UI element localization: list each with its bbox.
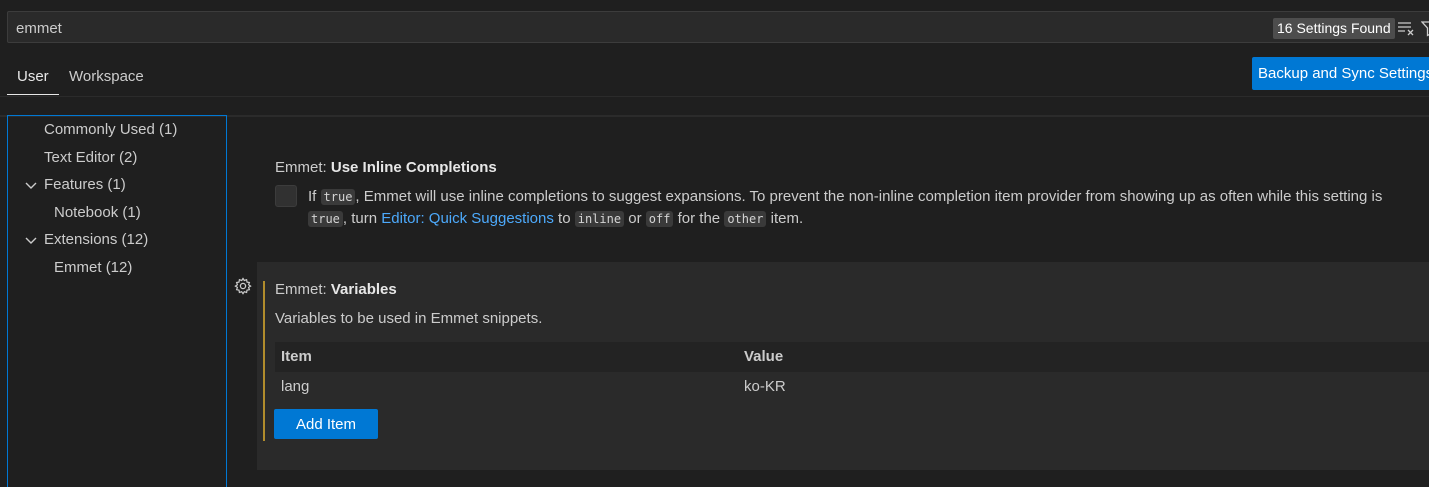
- results-count-badge: 16 Settings Found: [1273, 18, 1395, 39]
- toc-item-label: Emmet: [54, 259, 102, 276]
- setting-name: Use Inline Completions: [330, 159, 497, 176]
- setting-title-inline-completions: Emmet: Use Inline Completions: [275, 159, 497, 176]
- toc-item-commonly-used[interactable]: Commonly Used (1): [44, 119, 177, 141]
- inline-completions-checkbox[interactable]: [275, 185, 297, 207]
- settings-toc: Commonly Used (1) Text Editor (2) Featur…: [7, 115, 227, 487]
- column-header-item: Item: [281, 348, 312, 365]
- toc-item-count: (1): [159, 121, 178, 138]
- toc-item-count: (12): [121, 231, 149, 248]
- settings-search-bar: 16 Settings Found: [7, 11, 1429, 43]
- table-cell-item[interactable]: lang: [281, 378, 309, 395]
- toc-item-label: Extensions: [44, 231, 118, 248]
- code-inline: inline: [574, 211, 625, 227]
- tabs-divider: [0, 96, 1429, 97]
- column-header-value: Value: [744, 348, 784, 365]
- setting-description-inline-completions: If true, Emmet will use inline completio…: [308, 188, 1383, 227]
- toc-item-count: (1): [122, 204, 141, 221]
- toc-item-count: (1): [107, 176, 126, 193]
- add-item-button[interactable]: Add Item: [274, 409, 378, 439]
- setting-title-variables: Emmet: Variables: [275, 281, 397, 298]
- modified-indicator: [263, 281, 265, 441]
- active-tab-indicator: [7, 94, 59, 95]
- code-true: true: [320, 189, 356, 205]
- chevron-down-icon: [25, 182, 37, 189]
- clear-filter-icon[interactable]: [1397, 19, 1415, 37]
- table-cell-value[interactable]: ko-KR: [744, 378, 786, 395]
- tab-user[interactable]: User: [17, 68, 49, 85]
- setting-category: Emmet:: [275, 159, 327, 176]
- toc-item-label: Commonly Used: [44, 121, 155, 138]
- setting-name: Variables: [330, 281, 397, 298]
- variables-table-header: Item Value: [275, 342, 1429, 372]
- toc-item-label: Text Editor: [44, 149, 115, 166]
- toc-item-features[interactable]: Features (1): [24, 174, 126, 196]
- quick-suggestions-link[interactable]: Editor: Quick Suggestions: [381, 210, 554, 227]
- chevron-down-icon: [25, 237, 37, 244]
- setting-category: Emmet:: [275, 281, 327, 298]
- toc-item-label: Features: [44, 176, 104, 193]
- toc-item-emmet[interactable]: Emmet (12): [54, 257, 132, 279]
- filter-icon[interactable]: [1420, 19, 1429, 37]
- backup-sync-button[interactable]: Backup and Sync Settings: [1252, 57, 1429, 90]
- toc-item-label: Notebook: [54, 204, 119, 221]
- gear-icon[interactable]: [233, 276, 253, 296]
- code-off: off: [645, 211, 674, 227]
- setting-description-variables: Variables to be used in Emmet snippets.: [275, 310, 543, 327]
- toc-item-text-editor[interactable]: Text Editor (2): [44, 147, 137, 169]
- code-other: other: [724, 211, 767, 227]
- code-true: true: [308, 211, 343, 227]
- settings-search-input[interactable]: [16, 18, 916, 38]
- toc-item-extensions[interactable]: Extensions (12): [24, 229, 148, 251]
- toc-item-count: (12): [105, 259, 133, 276]
- toc-item-notebook[interactable]: Notebook (1): [54, 202, 141, 224]
- toc-item-count: (2): [119, 149, 138, 166]
- tab-workspace[interactable]: Workspace: [69, 68, 144, 85]
